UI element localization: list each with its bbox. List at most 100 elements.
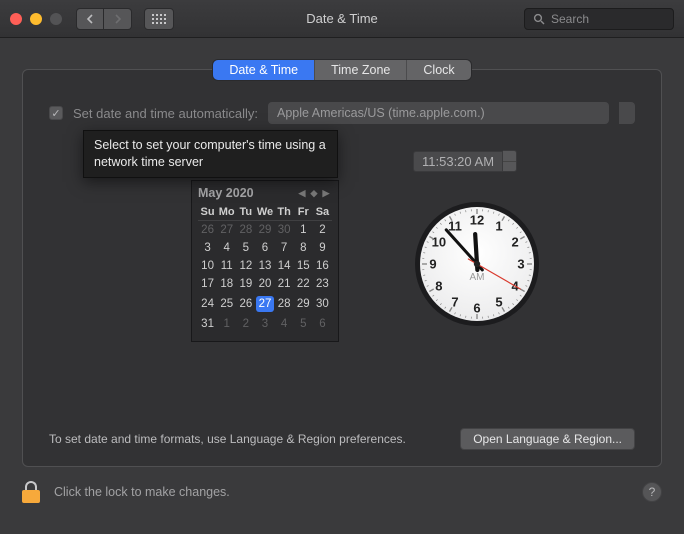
calendar-day[interactable]: 26 — [198, 221, 217, 240]
calendar-prev-month[interactable]: ◀ — [296, 188, 308, 199]
help-tooltip: Select to set your computer's time using… — [83, 130, 338, 178]
tab-date-time[interactable]: Date & Time — [213, 60, 315, 80]
calendar-day[interactable]: 8 — [294, 239, 313, 257]
close-window-button[interactable] — [10, 13, 22, 25]
calendar-day[interactable]: 4 — [275, 315, 294, 333]
calendar-weekday: We — [255, 204, 274, 221]
calendar-day[interactable]: 5 — [236, 239, 255, 257]
minimize-window-button[interactable] — [30, 13, 42, 25]
calendar-weekday: Su — [198, 204, 217, 221]
calendar-day[interactable]: 29 — [255, 221, 274, 240]
calendar-day[interactable]: 29 — [294, 293, 313, 315]
calendar-day[interactable]: 14 — [275, 257, 294, 275]
zoom-window-button[interactable] — [50, 13, 62, 25]
digital-time-row: 11:53:20 AM — [413, 150, 517, 172]
calendar[interactable]: May 2020 ◀ ◆ ▶ SuMoTuWeThFrSa 2627282930… — [191, 180, 339, 342]
calendar-day[interactable]: 13 — [255, 257, 274, 275]
clock-ampm: AM — [470, 272, 485, 283]
calendar-day[interactable]: 28 — [236, 221, 255, 240]
time-stepper[interactable] — [503, 150, 517, 172]
calendar-day[interactable]: 23 — [313, 275, 332, 293]
svg-text:5: 5 — [495, 295, 502, 310]
calendar-today[interactable]: ◆ — [308, 188, 320, 199]
svg-text:6: 6 — [473, 300, 480, 315]
auto-time-row: ✓ Set date and time automatically: Apple… — [49, 102, 635, 124]
calendar-day[interactable]: 6 — [255, 239, 274, 257]
calendar-day[interactable]: 2 — [236, 315, 255, 333]
calendar-weekday: Sa — [313, 204, 332, 221]
calendar-day[interactable]: 12 — [236, 257, 255, 275]
search-icon — [533, 13, 545, 25]
main-panel: ✓ Set date and time automatically: Apple… — [22, 69, 662, 467]
calendar-next-month[interactable]: ▶ — [320, 188, 332, 199]
analog-clock: 123456789101112 AM — [413, 200, 541, 328]
calendar-weekday: Tu — [236, 204, 255, 221]
time-server-field[interactable]: Apple Americas/US (time.apple.com.) — [268, 102, 609, 124]
nav-buttons — [76, 8, 132, 30]
digital-time-field[interactable]: 11:53:20 AM — [413, 151, 503, 172]
calendar-day[interactable]: 27 — [255, 293, 274, 315]
open-language-region-button[interactable]: Open Language & Region... — [460, 428, 635, 450]
calendar-grid: SuMoTuWeThFrSa 2627282930123456789101112… — [198, 204, 332, 333]
search-placeholder: Search — [551, 12, 589, 26]
window-controls — [10, 13, 62, 25]
show-all-prefs-button[interactable] — [144, 8, 174, 30]
calendar-day[interactable]: 28 — [275, 293, 294, 315]
search-field[interactable]: Search — [524, 8, 674, 30]
svg-text:8: 8 — [435, 278, 442, 293]
calendar-day[interactable]: 9 — [313, 239, 332, 257]
calendar-day[interactable]: 24 — [198, 293, 217, 315]
calendar-day[interactable]: 16 — [313, 257, 332, 275]
calendar-day[interactable]: 4 — [217, 239, 236, 257]
calendar-day[interactable]: 5 — [294, 315, 313, 333]
calendar-day[interactable]: 7 — [275, 239, 294, 257]
calendar-day[interactable]: 20 — [255, 275, 274, 293]
calendar-weekday: Th — [275, 204, 294, 221]
calendar-day[interactable]: 22 — [294, 275, 313, 293]
calendar-day[interactable]: 3 — [198, 239, 217, 257]
calendar-weekday: Fr — [294, 204, 313, 221]
forward-button[interactable] — [104, 8, 132, 30]
time-server-dropdown[interactable] — [619, 102, 635, 124]
svg-text:7: 7 — [451, 295, 458, 310]
tab-clock[interactable]: Clock — [407, 60, 470, 80]
grid-icon — [152, 14, 166, 24]
calendar-day[interactable]: 31 — [198, 315, 217, 333]
svg-text:10: 10 — [432, 234, 446, 249]
svg-text:9: 9 — [429, 256, 436, 271]
calendar-day[interactable]: 21 — [275, 275, 294, 293]
chevron-left-icon — [86, 14, 94, 24]
calendar-day[interactable]: 25 — [217, 293, 236, 315]
calendar-day[interactable]: 11 — [217, 257, 236, 275]
svg-text:2: 2 — [511, 234, 518, 249]
chevron-right-icon — [114, 14, 122, 24]
calendar-day[interactable]: 17 — [198, 275, 217, 293]
auto-time-checkbox[interactable]: ✓ — [49, 106, 63, 120]
calendar-month: May 2020 — [198, 186, 296, 200]
calendar-day[interactable]: 19 — [236, 275, 255, 293]
lock-hint: Click the lock to make changes. — [54, 485, 230, 499]
calendar-day[interactable]: 1 — [217, 315, 236, 333]
svg-text:3: 3 — [517, 256, 524, 271]
calendar-day[interactable]: 10 — [198, 257, 217, 275]
calendar-day[interactable]: 27 — [217, 221, 236, 240]
calendar-weekday: Mo — [217, 204, 236, 221]
format-hint-row: To set date and time formats, use Langua… — [49, 428, 635, 450]
calendar-day[interactable]: 1 — [294, 221, 313, 240]
calendar-day[interactable]: 15 — [294, 257, 313, 275]
calendar-day[interactable]: 2 — [313, 221, 332, 240]
help-button[interactable]: ? — [642, 482, 662, 502]
calendar-day[interactable]: 30 — [313, 293, 332, 315]
calendar-day[interactable]: 18 — [217, 275, 236, 293]
lock-button[interactable] — [22, 481, 40, 503]
footer: Click the lock to make changes. ? — [0, 467, 684, 517]
format-hint-text: To set date and time formats, use Langua… — [49, 432, 406, 446]
calendar-day[interactable]: 3 — [255, 315, 274, 333]
time-server-value: Apple Americas/US (time.apple.com.) — [277, 106, 485, 120]
back-button[interactable] — [76, 8, 104, 30]
calendar-day[interactable]: 6 — [313, 315, 332, 333]
auto-time-label: Set date and time automatically: — [73, 106, 258, 121]
calendar-day[interactable]: 30 — [275, 221, 294, 240]
calendar-day[interactable]: 26 — [236, 293, 255, 315]
tab-time-zone[interactable]: Time Zone — [315, 60, 407, 80]
